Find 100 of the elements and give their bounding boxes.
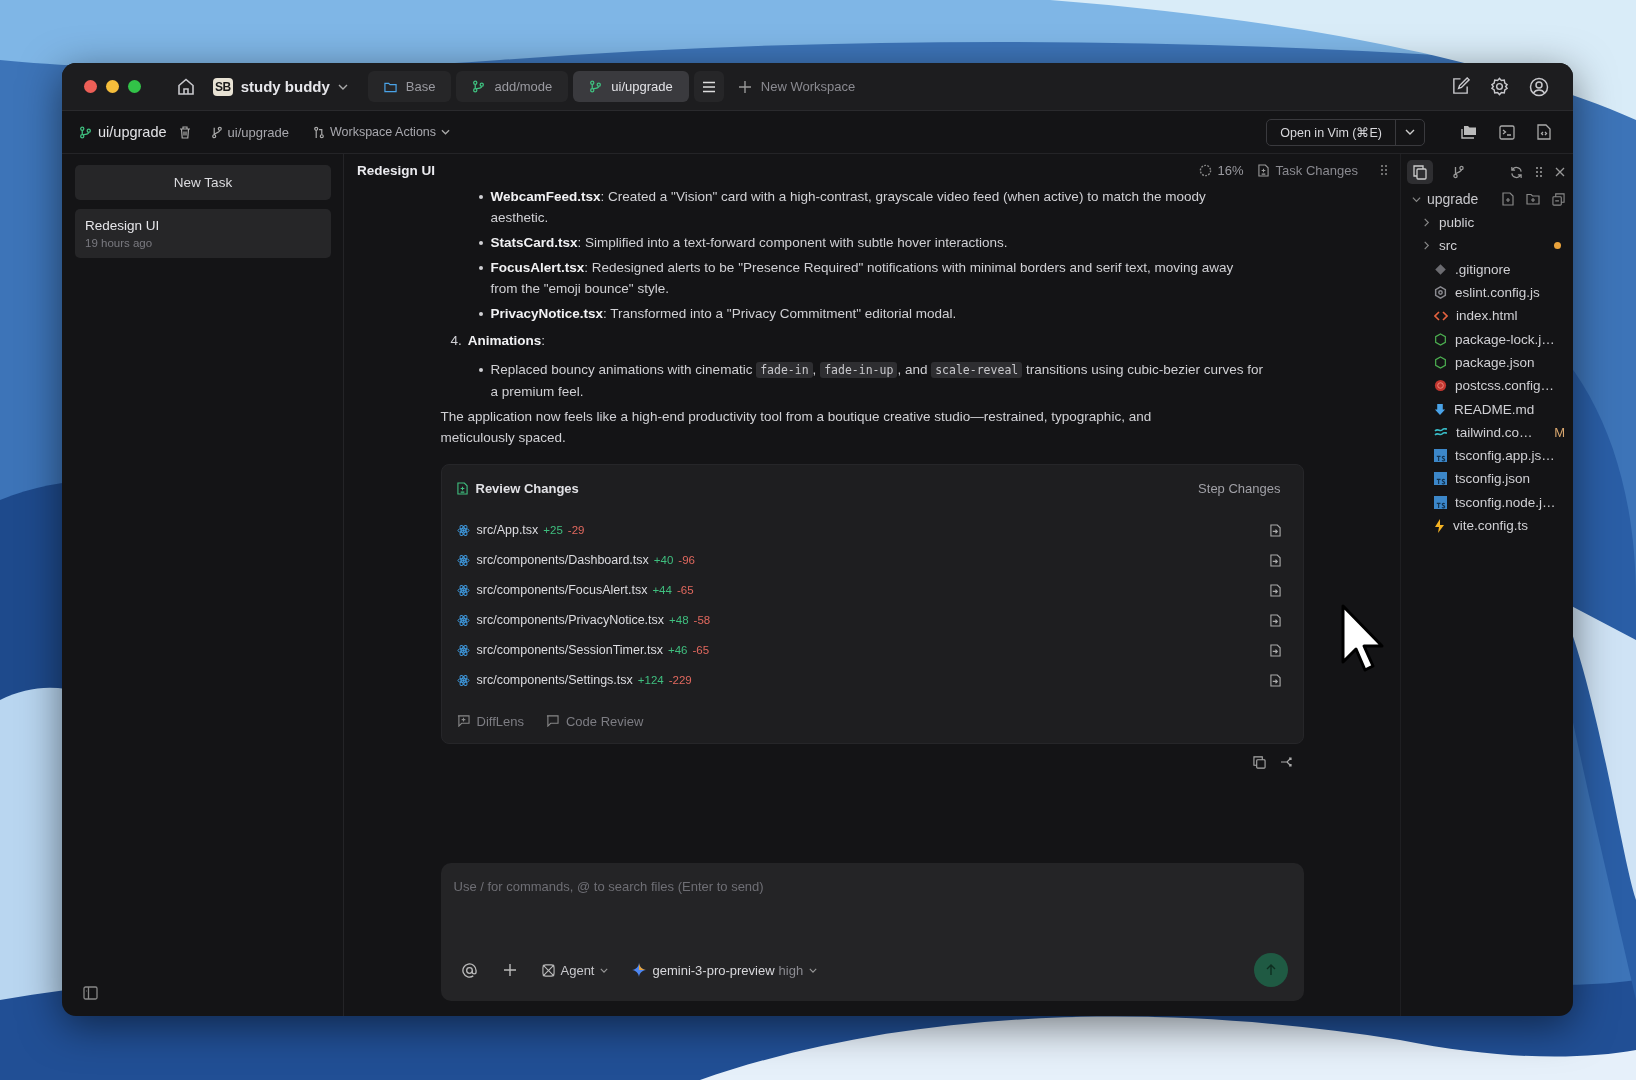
trash-icon[interactable] [178, 125, 191, 139]
new-file-icon[interactable] [1502, 192, 1514, 206]
new-folder-icon[interactable] [1526, 193, 1540, 205]
menu-button[interactable] [693, 71, 724, 102]
additions-count: +46 [667, 644, 688, 656]
code-review-button[interactable]: Code Review [545, 713, 644, 729]
deletions-count: -65 [676, 584, 694, 596]
open-file-icon[interactable] [1269, 583, 1281, 597]
minimize-button[interactable] [106, 80, 119, 93]
difflens-button[interactable]: DiffLens [456, 713, 524, 729]
open-file-icon[interactable] [1269, 523, 1281, 537]
file-path-link[interactable]: src/components/FocusAlert.tsx [476, 583, 648, 597]
close-button[interactable] [84, 80, 97, 93]
additions-count: +25 [543, 524, 563, 536]
open-file-icon[interactable] [1269, 613, 1281, 627]
files-tab[interactable] [1407, 160, 1433, 184]
workspace-tab[interactable]: Base [367, 71, 452, 102]
compose-icon[interactable] [1451, 77, 1470, 96]
folders-icon[interactable] [1461, 125, 1477, 139]
list-item: StatsCard.tsx: Simplified into a text-forward component with subtle hover interactions. [476, 232, 1304, 253]
workspace-tab[interactable]: add/mode [456, 71, 569, 102]
atom-icon [456, 583, 470, 597]
mouse-pointer-icon [1340, 603, 1384, 673]
fork-icon[interactable] [1279, 756, 1294, 768]
additions-count: +124 [637, 674, 664, 686]
file-path-link[interactable]: src/components/PrivacyNotice.tsx [476, 613, 665, 627]
branch-icon [589, 80, 603, 93]
status-label: M [1554, 424, 1565, 440]
deletions-count: -229 [668, 674, 692, 686]
open-file-icon[interactable] [1269, 553, 1281, 567]
chevron-down-icon [1405, 129, 1415, 135]
message-input[interactable]: Use / for commands, @ to search files (Enter to send) [453, 875, 1288, 897]
file-path-link[interactable]: src/components/SessionTimer.tsx [476, 643, 663, 657]
hexagon-icon [1434, 286, 1447, 300]
folder-item[interactable]: public [1407, 211, 1565, 235]
sidebar-toggle-icon[interactable] [83, 986, 98, 1000]
new-task-button[interactable]: New Task [75, 165, 331, 200]
file-item[interactable]: tsconfig.json [1407, 467, 1565, 491]
file-item[interactable]: tsconfig.node.j… [1407, 490, 1565, 514]
workspace-tab[interactable]: ui/upgrade [573, 71, 689, 102]
file-item[interactable]: package-lock.j… [1407, 327, 1565, 351]
list-heading: Animations: [467, 332, 546, 350]
terminal-icon[interactable] [1499, 124, 1515, 140]
deletions-count: -58 [693, 614, 711, 626]
deletions-count: -96 [678, 554, 695, 566]
file-item[interactable]: tailwind.co… M [1407, 420, 1565, 444]
branch-icon [1451, 165, 1465, 179]
settings-icon[interactable] [1490, 77, 1509, 96]
code-file-icon[interactable] [1537, 124, 1551, 140]
file-path-link[interactable]: src/components/Settings.tsx [476, 673, 633, 687]
step-changes-button[interactable]: Step Changes [1198, 480, 1281, 496]
copy-icon[interactable] [1252, 756, 1266, 769]
model-selector[interactable]: gemini-3-pro-preview high [624, 957, 826, 983]
atom-icon [456, 643, 470, 657]
account-icon[interactable] [1529, 76, 1549, 97]
task-changes-button[interactable]: Task Changes [1257, 162, 1358, 178]
new-workspace-button[interactable]: New Workspace [738, 79, 856, 94]
folder-name[interactable]: upgrade [1427, 191, 1479, 207]
file-item[interactable]: tsconfig.app.js… [1407, 443, 1565, 468]
sparkle-icon [632, 963, 647, 977]
open-file-icon[interactable] [1269, 643, 1281, 657]
plus-icon [503, 964, 516, 976]
file-item[interactable]: package.json [1407, 350, 1565, 375]
file-item[interactable]: eslint.config.js [1407, 280, 1565, 305]
folder-item[interactable]: src [1407, 234, 1565, 258]
open-file-icon[interactable] [1269, 673, 1281, 687]
list-number: 4. [450, 332, 462, 350]
chevron-down-icon [600, 967, 609, 973]
close-icon[interactable] [1555, 167, 1565, 177]
review-title: Review Changes [475, 480, 579, 496]
drag-handle-icon[interactable] [1535, 166, 1543, 178]
file-item[interactable]: README.md [1407, 397, 1565, 421]
drag-handle-icon[interactable] [1380, 164, 1388, 176]
file-item[interactable]: postcss.config… [1407, 374, 1565, 398]
file-item[interactable]: vite.config.ts [1407, 513, 1565, 538]
file-diff-icon [456, 481, 468, 495]
task-time: 19 hours ago [85, 237, 154, 249]
workspace-selector[interactable]: SB study buddy [213, 77, 348, 96]
file-path-link[interactable]: src/App.tsx [476, 523, 539, 537]
file-diff-icon [1257, 163, 1269, 177]
file-path-link[interactable]: src/components/Dashboard.tsx [476, 553, 649, 567]
file-item[interactable]: index.html [1407, 304, 1565, 328]
task-item[interactable]: Redesign UI 19 hours ago [75, 209, 331, 258]
maximize-button[interactable] [128, 80, 141, 93]
chevron-down-icon[interactable] [1412, 194, 1421, 204]
comment-icon [456, 715, 470, 727]
workspace-actions-menu[interactable]: Workspace Actions [313, 125, 451, 139]
workspace-name: ui/upgrade [98, 124, 167, 140]
additions-count: +44 [652, 584, 672, 596]
home-icon[interactable] [177, 78, 195, 95]
task-heading: Redesign UI [357, 162, 435, 178]
files-icon [1413, 164, 1427, 180]
file-item[interactable]: .gitignore [1407, 257, 1565, 281]
collapse-all-icon[interactable] [1552, 192, 1565, 206]
chevron-down-icon [337, 83, 348, 90]
ts-file-icon [1434, 495, 1447, 509]
agent-mode-selector[interactable]: Agent [533, 957, 617, 983]
pull-request-icon [313, 125, 325, 139]
refresh-icon[interactable] [1510, 165, 1523, 179]
branch-icon [210, 125, 223, 139]
